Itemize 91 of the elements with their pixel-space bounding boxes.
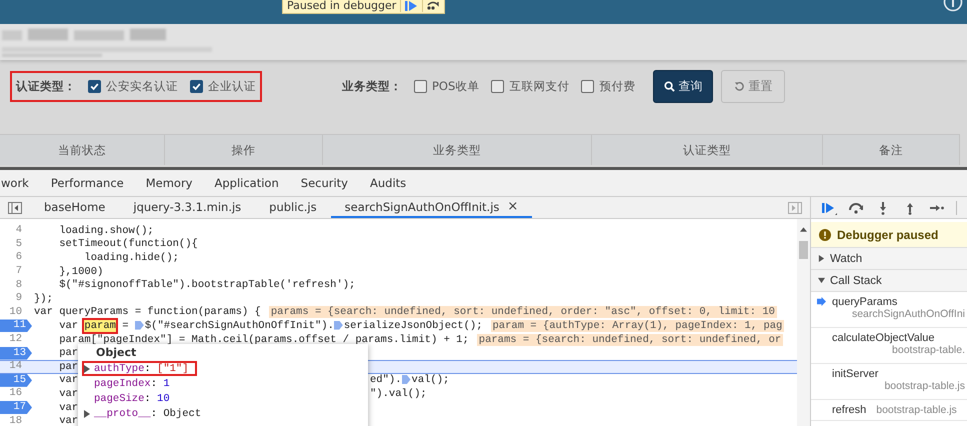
panel-tab[interactable]: Security: [300, 176, 348, 190]
code-line: ed"). val();: [370, 374, 450, 386]
inline-value: params = {search: undefined, sort: undefined, or: [476, 334, 784, 346]
file-tab[interactable]: public.js: [255, 197, 331, 218]
code-line: var: [58, 374, 78, 386]
warning-icon: [819, 228, 831, 240]
panel-tab[interactable]: Audits: [370, 176, 406, 190]
column-header: 操作: [165, 135, 324, 165]
panel-tab[interactable]: Memory: [146, 176, 192, 190]
line-number: 9: [14, 292, 23, 306]
sidebar-toggle-icon[interactable]: [788, 202, 802, 214]
column-header: 备注: [822, 135, 960, 165]
search-button[interactable]: 查询: [653, 70, 714, 102]
checkbox-label: 预付费: [599, 78, 636, 94]
code-line: setTimeout(function(){: [58, 238, 198, 250]
inline-value: params = {search: undefined, sort: undefined, order: "asc", offset: 0, limit: 10: [268, 306, 777, 318]
step-over-icon[interactable]: [422, 0, 440, 12]
checkbox[interactable]: [581, 80, 594, 92]
triangle-down-icon: [818, 277, 825, 284]
scrollbar-thumb[interactable]: [799, 241, 808, 259]
code-line: },1000): [58, 266, 104, 278]
search-icon: [664, 80, 676, 92]
paused-badge-text: Paused in debugger: [287, 0, 396, 12]
reload-icon: [734, 80, 746, 92]
code-line: par: [58, 347, 78, 360]
filter-label: 认证类型：: [16, 78, 76, 94]
code-line: var: [58, 402, 78, 414]
frame-location: searchSignAuthOnOffIni: [852, 308, 965, 320]
property-text[interactable]: pageSize: 10: [94, 392, 170, 404]
code-line: ").val();: [370, 388, 427, 400]
line-number: 5: [14, 238, 23, 251]
column-header: 业务类型: [323, 135, 592, 165]
navigator-toggle-icon[interactable]: [8, 202, 22, 214]
section-header[interactable]: Watch: [811, 248, 967, 270]
line-number: 12: [8, 333, 23, 346]
checkbox-label: 公安实名认证: [106, 78, 178, 94]
checkbox[interactable]: [190, 80, 203, 92]
property-text[interactable]: __proto__: Object: [94, 408, 202, 420]
code-line: $("#signonoffTable").bootstrapTable('refresh');: [58, 279, 356, 292]
code-line: var: [58, 415, 78, 426]
checkbox-label: 企业认证: [208, 78, 256, 94]
step-over-icon[interactable]: [848, 200, 864, 214]
scroll-up-icon[interactable]: [800, 227, 807, 232]
panel-tab[interactable]: work: [1, 176, 29, 190]
code-line: var: [58, 388, 78, 400]
paused-status: Debugger paused: [837, 228, 938, 242]
close-icon[interactable]: ×: [507, 199, 518, 214]
code-line: param["pageIndex"] = Math.ceil(params.offset / params.limit) + 1;: [58, 334, 469, 346]
function-name[interactable]: refresh: [832, 404, 866, 416]
code-line: });: [34, 292, 53, 305]
file-tab[interactable]: baseHome: [30, 197, 120, 218]
frame-location: bootstrap-table.js: [884, 380, 965, 392]
panel-tab[interactable]: Performance: [50, 176, 124, 190]
line-number: 6: [14, 251, 23, 264]
column-header: 当前状态: [0, 135, 166, 165]
filter-label: 业务类型：: [342, 78, 402, 94]
file-tab[interactable]: searchSignAuthOnOffInit.js ×: [330, 197, 532, 218]
panel-tab[interactable]: Application: [214, 176, 279, 190]
function-name[interactable]: queryParams: [832, 296, 967, 308]
function-name[interactable]: calculateObjectValue: [832, 332, 967, 344]
line-number: 8: [14, 278, 23, 292]
inline-value: param = {authType: Array(1), pageIndex: 1, pag: [490, 320, 784, 332]
line-number: 14: [8, 360, 23, 374]
frame-location: bootstrap-table.js: [876, 404, 957, 416]
code-line: var param = $("#searchSignAuthOnOffInit"). serializeJsonObject();: [58, 320, 482, 332]
scrollbar-track[interactable]: [797, 219, 810, 426]
section-header[interactable]: Call Stack: [811, 270, 967, 292]
frame-location: bootstrap-table.: [892, 344, 965, 356]
popover-title: Object: [96, 346, 138, 360]
line-number: 10: [8, 306, 23, 319]
property-text[interactable]: authType: ["1"]: [94, 362, 189, 374]
line-number: 16: [8, 387, 23, 400]
checkbox-label: POS收单: [432, 78, 480, 94]
line-number: 7: [14, 265, 23, 278]
checkbox[interactable]: [491, 80, 504, 92]
code-line: par: [58, 360, 78, 373]
column-header: 认证类型: [592, 135, 823, 165]
expand-icon[interactable]: [84, 364, 90, 372]
checkbox[interactable]: [414, 80, 427, 92]
code-line: var queryParams = function(params) {: [34, 306, 261, 318]
checkbox[interactable]: [88, 80, 101, 92]
function-name[interactable]: initServer: [832, 368, 967, 380]
code-line: loading.hide();: [83, 252, 179, 264]
code-line: loading.show();: [58, 224, 154, 237]
checkbox-label: 互联网支付: [509, 78, 570, 94]
line-number: 18: [8, 414, 23, 426]
property-text[interactable]: pageIndex: 1: [94, 378, 170, 390]
file-tab[interactable]: jquery-3.3.1.min.js: [119, 197, 256, 218]
triangle-right-icon: [818, 255, 825, 262]
line-number: 4: [14, 224, 23, 238]
expand-icon[interactable]: [84, 410, 90, 418]
